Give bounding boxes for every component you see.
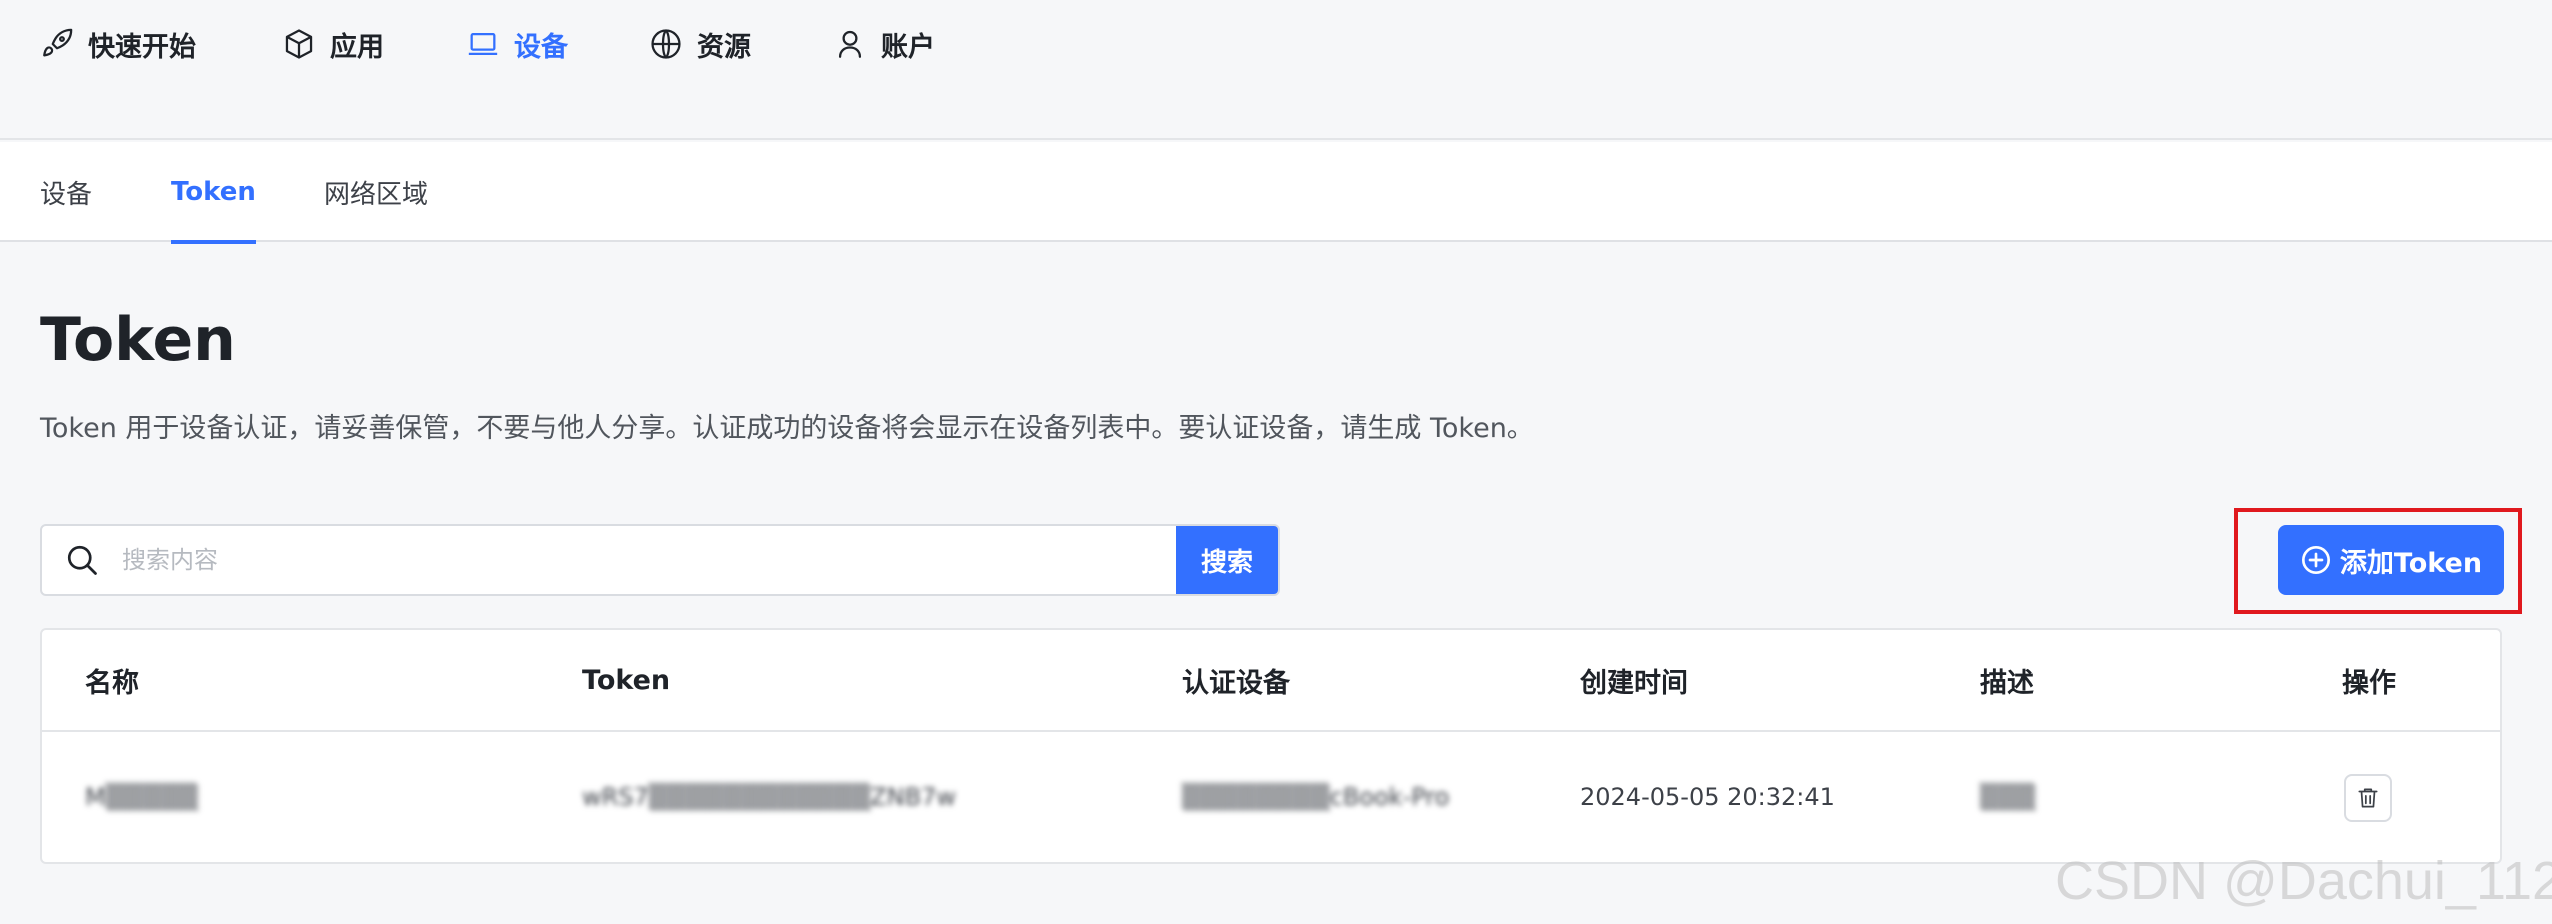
nav-item-apps[interactable]: 应用 [282, 22, 384, 66]
nav-item-label: 账户 [881, 31, 935, 63]
tab-token[interactable]: Token [171, 142, 256, 244]
column-header-token: Token [582, 664, 671, 696]
column-header-description: 描述 [1980, 667, 2034, 699]
table-header: 名称 Token 认证设备 创建时间 描述 操作 [42, 630, 2500, 732]
laptop-icon [468, 32, 498, 56]
column-header-device: 认证设备 [1182, 667, 1290, 699]
cube-icon [285, 29, 313, 59]
add-token-label: 添加Token [2339, 547, 2483, 579]
page-description: Token 用于设备认证，请妥善保管，不要与他人分享。认证成功的设备将会显示在设… [40, 413, 1534, 444]
column-header-actions: 操作 [2342, 667, 2396, 699]
tab-devices[interactable]: 设备 [40, 142, 92, 242]
nav-item-label: 应用 [330, 31, 384, 63]
cell-device: ▒▒▒▒▒▒▒▒cBook-Pro [1182, 783, 1450, 811]
nav-item-account[interactable]: 账户 [833, 22, 935, 66]
top-navigation: 快速开始 应用 设备 资源 账户 [0, 0, 2552, 140]
nav-item-devices[interactable]: 设备 [466, 22, 568, 66]
plus-circle-icon [2301, 546, 2330, 574]
search-button[interactable]: 搜索 [1176, 526, 1278, 594]
column-header-created: 创建时间 [1580, 667, 1688, 699]
token-table: 名称 Token 认证设备 创建时间 描述 操作 M▒▒▒▒▒ wRS7▒▒▒▒… [40, 628, 2502, 864]
nav-item-label: 设备 [514, 31, 568, 63]
user-icon [838, 30, 862, 58]
trash-icon [2358, 788, 2378, 808]
table-row[interactable]: M▒▒▒▒▒ wRS7▒▒▒▒▒▒▒▒▒▒▒▒ZNB7w ▒▒▒▒▒▒▒▒cBo… [42, 732, 2500, 862]
nav-item-quick-start[interactable]: 快速开始 [40, 22, 196, 66]
column-header-name: 名称 [85, 667, 139, 699]
watermark-text: CSDN @Dachui_1122 [2055, 851, 2552, 911]
nav-item-label: 资源 [697, 31, 751, 63]
cell-created-time: 2024-05-05 20:32:41 [1580, 783, 1835, 811]
cell-name: M▒▒▒▒▒ [85, 783, 198, 811]
search-icon [67, 545, 97, 575]
cell-token: wRS7▒▒▒▒▒▒▒▒▒▒▒▒ZNB7w [582, 783, 957, 811]
cell-description: ▒▒▒ [1980, 783, 2036, 811]
add-token-button[interactable]: 添加Token [2278, 525, 2504, 595]
rocket-icon [43, 28, 73, 57]
tab-network-zones[interactable]: 网络区域 [324, 142, 428, 242]
nav-item-resources[interactable]: 资源 [649, 22, 751, 66]
search-input[interactable] [122, 526, 1176, 594]
sub-tabs: 设备 Token 网络区域 [0, 142, 2552, 244]
delete-button[interactable] [2344, 774, 2392, 822]
search-icon-container [42, 526, 122, 594]
globe-icon [651, 29, 681, 59]
search-bar: 搜索 [40, 524, 1280, 596]
page-title: Token [40, 305, 236, 375]
nav-item-label: 快速开始 [88, 31, 196, 63]
